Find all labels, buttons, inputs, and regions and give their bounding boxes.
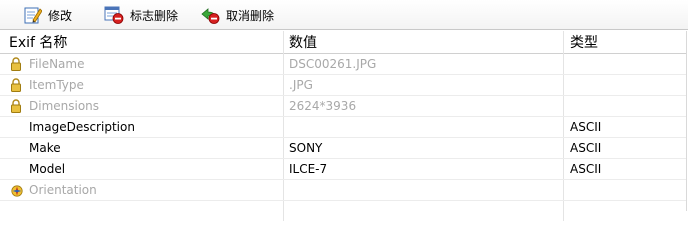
exif-type — [563, 54, 686, 74]
name-cell: ItemType — [0, 75, 283, 95]
edit-icon — [24, 6, 42, 24]
exif-value — [283, 117, 563, 137]
name-cell: Make — [0, 138, 283, 158]
table-row[interactable]: Orientation — [0, 180, 686, 201]
exif-name: Model — [29, 162, 66, 176]
exif-value: .JPG — [283, 75, 563, 95]
table-row[interactable]: Dimensions 2624*3936 — [0, 96, 686, 117]
empty-cell — [0, 201, 283, 221]
exif-type: ASCII — [563, 138, 686, 158]
empty-row — [0, 201, 686, 222]
exif-type — [563, 96, 686, 116]
name-cell: Orientation — [0, 180, 283, 200]
mark-delete-icon — [104, 6, 124, 24]
table-row[interactable]: ImageDescription ASCII — [0, 117, 686, 138]
orientation-icon — [11, 183, 23, 200]
exif-name: Dimensions — [29, 99, 100, 113]
exif-type — [563, 180, 686, 200]
exif-value: 2624*3936 — [283, 96, 563, 116]
exif-name: Orientation — [29, 183, 97, 197]
mark-delete-label: 标志删除 — [130, 8, 179, 23]
undo-delete-icon — [200, 6, 220, 24]
column-header-type[interactable]: 类型 — [563, 31, 686, 54]
table-row[interactable]: Model ILCE-7 ASCII — [0, 159, 686, 180]
column-header-name[interactable]: Exif 名称 — [0, 31, 283, 54]
toolbar: 修改 标志删除 取消删除 — [0, 0, 688, 30]
exif-name: FileName — [29, 57, 85, 71]
name-cell: Model — [0, 159, 283, 179]
exif-type: ASCII — [563, 159, 686, 179]
exif-name: Make — [29, 141, 61, 155]
mark-delete-button[interactable]: 标志删除 — [100, 4, 182, 26]
exif-type — [563, 75, 686, 95]
name-cell: Dimensions — [0, 96, 283, 116]
lock-icon — [11, 57, 21, 74]
table-row[interactable]: FileName DSC00261.JPG — [0, 54, 686, 75]
undo-delete-button[interactable]: 取消删除 — [196, 4, 278, 26]
empty-cell — [563, 201, 686, 221]
table-header: Exif 名称 数值 类型 — [0, 31, 686, 54]
exif-value: SONY — [283, 138, 563, 158]
exif-value: DSC00261.JPG — [283, 54, 563, 74]
empty-cell — [283, 201, 563, 221]
table-row[interactable]: ItemType .JPG — [0, 75, 686, 96]
table-row[interactable]: Make SONY ASCII — [0, 138, 686, 159]
exif-type: ASCII — [563, 117, 686, 137]
edit-label: 修改 — [48, 8, 73, 23]
lock-icon — [11, 78, 21, 95]
name-cell: ImageDescription — [0, 117, 283, 137]
name-cell: FileName — [0, 54, 283, 74]
exif-table: Exif 名称 数值 类型 FileName DSC00261.JPG Item… — [0, 31, 687, 221]
exif-value — [283, 180, 563, 200]
lock-icon — [11, 99, 21, 116]
undo-delete-label: 取消删除 — [226, 8, 275, 23]
exif-name: ImageDescription — [29, 120, 135, 134]
edit-button[interactable]: 修改 — [20, 4, 76, 26]
exif-value: ILCE-7 — [283, 159, 563, 179]
exif-name: ItemType — [29, 78, 84, 92]
column-header-value[interactable]: 数值 — [283, 31, 563, 54]
